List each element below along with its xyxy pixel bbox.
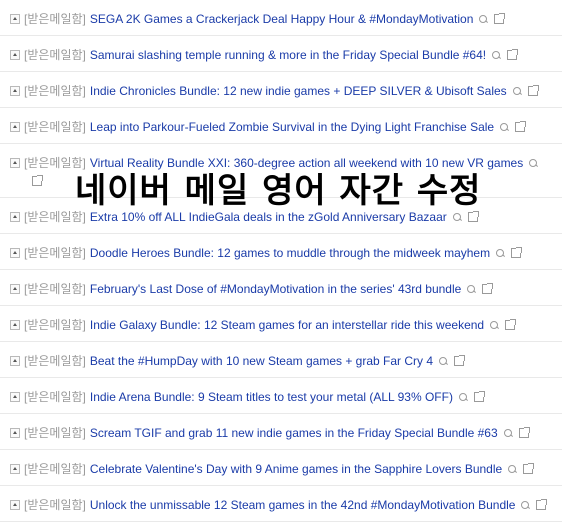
mail-row[interactable]: [받은메일함] Indie Chronicles Bundle: 12 new i…: [0, 72, 562, 108]
open-new-window-icon[interactable]: [482, 283, 494, 294]
mail-row[interactable]: [받은메일함] February's Last Dose of #MondayMo…: [0, 270, 562, 306]
open-new-window-icon[interactable]: [523, 463, 535, 474]
open-new-window-icon[interactable]: [494, 13, 506, 24]
folder-label: [받은메일함]: [24, 246, 86, 260]
mail-subject[interactable]: Doodle Heroes Bundle: 12 games to muddle…: [90, 244, 490, 262]
open-new-window-icon[interactable]: [507, 49, 519, 60]
search-icon[interactable]: [521, 500, 530, 510]
open-new-window-icon[interactable]: [511, 247, 523, 258]
expand-toggle-icon[interactable]: [10, 50, 20, 60]
mail-subject[interactable]: Beat the #HumpDay with 10 new Steam game…: [90, 352, 433, 370]
open-new-window-icon[interactable]: [518, 427, 530, 438]
search-icon[interactable]: [458, 392, 468, 402]
search-icon[interactable]: [439, 356, 448, 366]
mail-row[interactable]: [받은메일함] Indie Arena Bundle: 9 Steam title…: [0, 378, 562, 414]
search-icon[interactable]: [508, 464, 517, 474]
expand-toggle-icon[interactable]: [10, 158, 20, 168]
expand-toggle-icon[interactable]: [10, 122, 20, 132]
folder-label: [받은메일함]: [24, 84, 86, 98]
search-icon[interactable]: [479, 14, 488, 24]
expand-toggle-icon[interactable]: [10, 248, 20, 258]
mail-row[interactable]: [받은메일함] Beat the #HumpDay with 10 new Ste…: [0, 342, 562, 378]
folder-label: [받은메일함]: [24, 120, 86, 134]
expand-toggle-icon[interactable]: [10, 464, 20, 474]
open-new-window-icon[interactable]: [473, 391, 485, 402]
mail-row[interactable]: [받은메일함] Scream TGIF and grab 11 new indie…: [0, 414, 562, 450]
expand-toggle-icon[interactable]: [10, 428, 20, 438]
search-icon[interactable]: [467, 284, 476, 294]
overlay-title: 네이버 메일 영어 자간 수정: [75, 171, 482, 211]
search-icon[interactable]: [503, 428, 513, 438]
folder-label: [받은메일함]: [24, 354, 86, 368]
mail-row[interactable]: [받은메일함] Unlock the unmissable 12 Steam ga…: [0, 486, 562, 522]
open-new-window-icon[interactable]: [467, 211, 479, 222]
folder-label: [받은메일함]: [24, 390, 86, 404]
search-icon[interactable]: [492, 50, 501, 60]
mail-subject[interactable]: Unlock the unmissable 12 Steam games in …: [90, 496, 516, 514]
mail-row[interactable]: [받은메일함] Indie Galaxy Bundle: 12 Steam gam…: [0, 306, 562, 342]
open-new-window-icon[interactable]: [536, 499, 548, 510]
folder-label: [받은메일함]: [24, 48, 86, 62]
folder-label: [받은메일함]: [24, 12, 86, 26]
mail-subject[interactable]: February's Last Dose of #MondayMotivatio…: [90, 280, 461, 298]
expand-toggle-icon[interactable]: [10, 284, 20, 294]
search-icon[interactable]: [496, 248, 505, 258]
folder-label: [받은메일함]: [24, 426, 86, 440]
folder-label: [받은메일함]: [24, 282, 86, 296]
expand-toggle-icon[interactable]: [10, 320, 20, 330]
expand-toggle-icon[interactable]: [10, 392, 20, 402]
mail-row[interactable]: [받은메일함] SEGA 2K Games a Crackerjack Deal …: [0, 0, 562, 36]
mail-row[interactable]: [받은메일함] Leap into Parkour-Fueled Zombie S…: [0, 108, 562, 144]
open-new-window-icon[interactable]: [454, 355, 466, 366]
open-new-window-icon[interactable]: [505, 319, 517, 330]
search-icon[interactable]: [500, 122, 509, 132]
expand-toggle-icon[interactable]: [10, 86, 20, 96]
mail-subject[interactable]: Celebrate Valentine's Day with 9 Anime g…: [90, 460, 502, 478]
mail-row[interactable]: [받은메일함] Celebrate Valentine's Day with 9 …: [0, 450, 562, 486]
expand-toggle-icon[interactable]: [10, 500, 20, 510]
folder-label: [받은메일함]: [24, 498, 86, 512]
expand-toggle-icon[interactable]: [10, 212, 20, 222]
search-icon[interactable]: [529, 158, 538, 168]
search-icon[interactable]: [490, 320, 499, 330]
search-icon[interactable]: [452, 212, 462, 222]
mail-subject[interactable]: SEGA 2K Games a Crackerjack Deal Happy H…: [90, 10, 474, 28]
mail-subject[interactable]: Indie Galaxy Bundle: 12 Steam games for …: [90, 316, 484, 334]
mail-subject[interactable]: Scream TGIF and grab 11 new indie games …: [90, 424, 498, 442]
mail-row[interactable]: [받은메일함] Doodle Heroes Bundle: 12 games to…: [0, 234, 562, 270]
search-icon[interactable]: [512, 86, 522, 96]
folder-label: [받은메일함]: [24, 318, 86, 332]
folder-label: [받은메일함]: [24, 462, 86, 476]
expand-toggle-icon[interactable]: [10, 14, 20, 24]
mail-subject[interactable]: Indie Chronicles Bundle: 12 new indie ga…: [90, 82, 507, 100]
open-new-window-icon[interactable]: [32, 175, 43, 186]
open-new-window-icon[interactable]: [527, 85, 539, 96]
open-new-window-icon[interactable]: [515, 121, 527, 132]
mail-row[interactable]: [받은메일함] Samurai slashing temple running &…: [0, 36, 562, 72]
mail-subject[interactable]: Indie Arena Bundle: 9 Steam titles to te…: [90, 388, 453, 406]
expand-toggle-icon[interactable]: [10, 356, 20, 366]
mail-subject[interactable]: Leap into Parkour-Fueled Zombie Survival…: [90, 118, 494, 136]
mail-subject[interactable]: Samurai slashing temple running & more i…: [90, 46, 486, 64]
